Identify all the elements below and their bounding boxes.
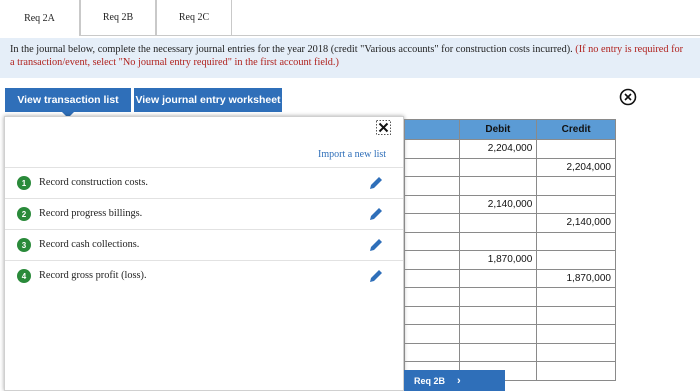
table-row: [404, 305, 616, 325]
account-cell[interactable]: [404, 176, 460, 196]
list-item[interactable]: 1 Record construction costs.: [5, 167, 403, 197]
tab-req-2a[interactable]: Req 2A: [0, 0, 80, 36]
credit-cell[interactable]: [536, 194, 616, 214]
tabs-divider: [80, 35, 700, 36]
credit-cell[interactable]: [536, 361, 616, 381]
view-journal-entry-worksheet-button[interactable]: View journal entry worksheet: [134, 88, 282, 112]
account-cell[interactable]: [404, 268, 460, 288]
account-cell[interactable]: [404, 139, 460, 159]
close-circle-icon[interactable]: [619, 88, 637, 106]
table-row: 2,204,000: [404, 139, 616, 159]
table-row: [404, 231, 616, 251]
column-header-debit: Debit: [458, 119, 538, 140]
debit-cell[interactable]: [458, 176, 538, 196]
credit-cell[interactable]: 2,204,000: [536, 157, 616, 177]
list-item[interactable]: 3 Record cash collections.: [5, 229, 403, 259]
credit-cell[interactable]: [536, 231, 616, 251]
tab-req-2c[interactable]: Req 2C: [156, 0, 232, 36]
import-new-list-link[interactable]: Import a new list: [318, 149, 386, 160]
debit-cell[interactable]: 2,204,000: [458, 139, 538, 159]
next-button-label: Req 2B: [414, 375, 446, 386]
step-number-badge: 3: [17, 238, 31, 252]
table-row: [404, 324, 616, 344]
next-req-2b-button[interactable]: Req 2B ›: [404, 370, 505, 391]
table-row: 2,140,000: [404, 213, 616, 233]
debit-cell[interactable]: [458, 287, 538, 307]
tab-bar: Req 2A Req 2B Req 2C: [0, 0, 700, 36]
list-item-label: Record cash collections.: [39, 239, 140, 250]
pencil-icon[interactable]: [368, 237, 384, 253]
debit-cell[interactable]: [458, 324, 538, 344]
chevron-right-icon: ›: [457, 374, 461, 387]
list-item-label: Record gross profit (loss).: [39, 270, 147, 281]
debit-cell[interactable]: [458, 231, 538, 251]
account-cell[interactable]: [404, 231, 460, 251]
x-icon[interactable]: [376, 120, 391, 135]
account-cell[interactable]: [404, 250, 460, 270]
account-cell[interactable]: [404, 324, 460, 344]
table-row: [404, 287, 616, 307]
column-header-credit: Credit: [536, 119, 616, 140]
table-header-row: Debit Credit: [404, 119, 616, 140]
debit-cell[interactable]: 1,870,000: [458, 250, 538, 270]
pencil-icon[interactable]: [368, 175, 384, 191]
list-item-label: Record construction costs.: [39, 177, 148, 188]
debit-cell[interactable]: [458, 305, 538, 325]
credit-cell[interactable]: [536, 287, 616, 307]
debit-cell[interactable]: [458, 268, 538, 288]
credit-cell[interactable]: [536, 324, 616, 344]
account-cell[interactable]: [404, 213, 460, 233]
credit-cell[interactable]: [536, 305, 616, 325]
debit-cell[interactable]: [458, 157, 538, 177]
table-row: [404, 176, 616, 196]
list-item[interactable]: 4 Record gross profit (loss).: [5, 260, 403, 290]
credit-cell[interactable]: [536, 250, 616, 270]
table-row: 2,140,000: [404, 194, 616, 214]
step-number-badge: 4: [17, 269, 31, 283]
debit-cell[interactable]: [458, 213, 538, 233]
credit-cell[interactable]: [536, 342, 616, 362]
pencil-icon[interactable]: [368, 206, 384, 222]
debit-cell[interactable]: 2,140,000: [458, 194, 538, 214]
list-item-label: Record progress billings.: [39, 208, 143, 219]
account-cell[interactable]: [404, 157, 460, 177]
tab-req-2b[interactable]: Req 2B: [80, 0, 156, 36]
instructions-main: In the journal below, complete the neces…: [10, 44, 573, 55]
account-cell[interactable]: [404, 287, 460, 307]
table-row: 1,870,000: [404, 250, 616, 270]
credit-cell[interactable]: [536, 176, 616, 196]
account-cell[interactable]: [404, 194, 460, 214]
account-cell[interactable]: [404, 305, 460, 325]
list-item[interactable]: 2 Record progress billings.: [5, 198, 403, 228]
instructions-box: In the journal below, complete the neces…: [0, 38, 700, 78]
column-header-account: [404, 119, 460, 140]
step-number-badge: 2: [17, 207, 31, 221]
credit-cell[interactable]: 1,870,000: [536, 268, 616, 288]
pencil-icon[interactable]: [368, 268, 384, 284]
credit-cell[interactable]: [536, 139, 616, 159]
account-cell[interactable]: [404, 342, 460, 362]
credit-cell[interactable]: 2,140,000: [536, 213, 616, 233]
table-row: 1,870,000: [404, 268, 616, 288]
view-transaction-list-button[interactable]: View transaction list: [5, 88, 131, 112]
table-row: 2,204,000: [404, 157, 616, 177]
table-row: [404, 342, 616, 362]
step-number-badge: 1: [17, 176, 31, 190]
debit-cell[interactable]: [458, 342, 538, 362]
journal-table: Debit Credit 2,204,000 2,204,000 2,140,0…: [404, 119, 616, 381]
